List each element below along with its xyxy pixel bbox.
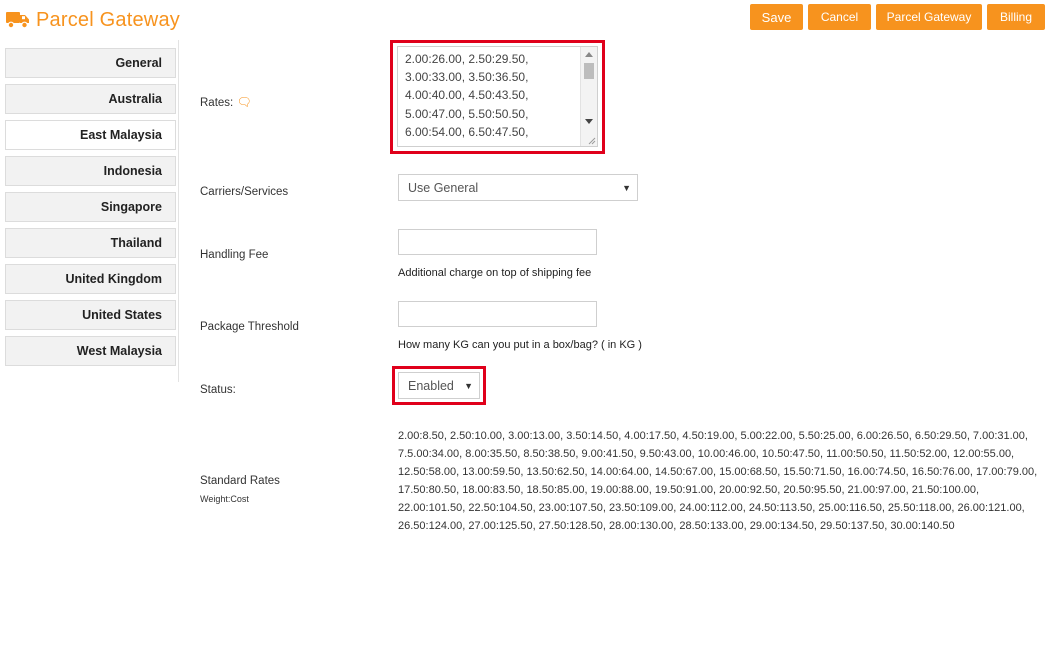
sidebar-item-general[interactable]: General: [5, 48, 176, 78]
resize-grip-icon[interactable]: [588, 137, 596, 145]
chevron-down-icon: ▼: [464, 380, 473, 391]
sidebar-item-west-malaysia[interactable]: West Malaysia: [5, 336, 176, 366]
country-sidebar: General Australia East Malaysia Indonesi…: [0, 40, 179, 382]
rates-label: Rates: 🗨: [200, 95, 252, 109]
truck-icon: [6, 12, 29, 29]
parcel-gateway-button[interactable]: Parcel Gateway: [876, 4, 982, 30]
sidebar-item-thailand[interactable]: Thailand: [5, 228, 176, 258]
toolbar: Save Cancel Parcel Gateway Billing: [750, 4, 1045, 30]
sidebar-item-united-states[interactable]: United States: [5, 300, 176, 330]
sidebar-item-indonesia[interactable]: Indonesia: [5, 156, 176, 186]
sidebar-item-united-kingdom[interactable]: United Kingdom: [5, 264, 176, 294]
package-threshold-input[interactable]: [398, 301, 597, 327]
rates-textarea-value: 2.00:26.00, 2.50:29.50, 3.00:33.00, 3.50…: [405, 52, 529, 139]
carriers-label: Carriers/Services: [200, 186, 289, 198]
rates-label-text: Rates:: [200, 97, 234, 109]
status-select[interactable]: Enabled ▼: [398, 372, 480, 399]
handling-fee-help: Additional charge on top of shipping fee: [398, 267, 592, 279]
standard-rates-text: 2.00:8.50, 2.50:10.00, 3.00:13.00, 3.50:…: [398, 430, 1038, 532]
rates-scrollbar[interactable]: [580, 47, 597, 146]
status-selected: Enabled: [408, 378, 454, 393]
carriers-select[interactable]: Use General ▼: [398, 174, 638, 201]
package-threshold-help: How many KG can you put in a box/bag? ( …: [398, 339, 642, 351]
status-label: Status:: [200, 384, 236, 396]
sidebar-item-australia[interactable]: Australia: [5, 84, 176, 114]
scroll-down-icon[interactable]: [585, 119, 593, 124]
brand-name: Parcel Gateway: [36, 8, 180, 31]
billing-button[interactable]: Billing: [987, 4, 1045, 30]
sidebar-item-singapore[interactable]: Singapore: [5, 192, 176, 222]
scroll-up-icon[interactable]: [585, 52, 593, 57]
brand-logo[interactable]: Parcel Gateway: [6, 6, 180, 34]
standard-rates-sublabel: Weight:Cost: [200, 494, 249, 504]
package-threshold-label: Package Threshold: [200, 321, 299, 333]
standard-rates-label: Standard Rates: [200, 475, 280, 487]
handling-fee-input[interactable]: [398, 229, 597, 255]
rates-textarea[interactable]: 2.00:26.00, 2.50:29.50, 3.00:33.00, 3.50…: [397, 46, 598, 147]
carriers-selected: Use General: [408, 180, 479, 195]
chevron-down-icon: ▼: [622, 182, 631, 193]
cancel-button[interactable]: Cancel: [808, 4, 871, 30]
comment-icon[interactable]: 🗨: [236, 95, 251, 109]
save-button[interactable]: Save: [750, 4, 803, 30]
sidebar-item-east-malaysia[interactable]: East Malaysia: [5, 120, 176, 150]
scroll-thumb[interactable]: [584, 63, 594, 79]
handling-fee-label: Handling Fee: [200, 249, 269, 261]
